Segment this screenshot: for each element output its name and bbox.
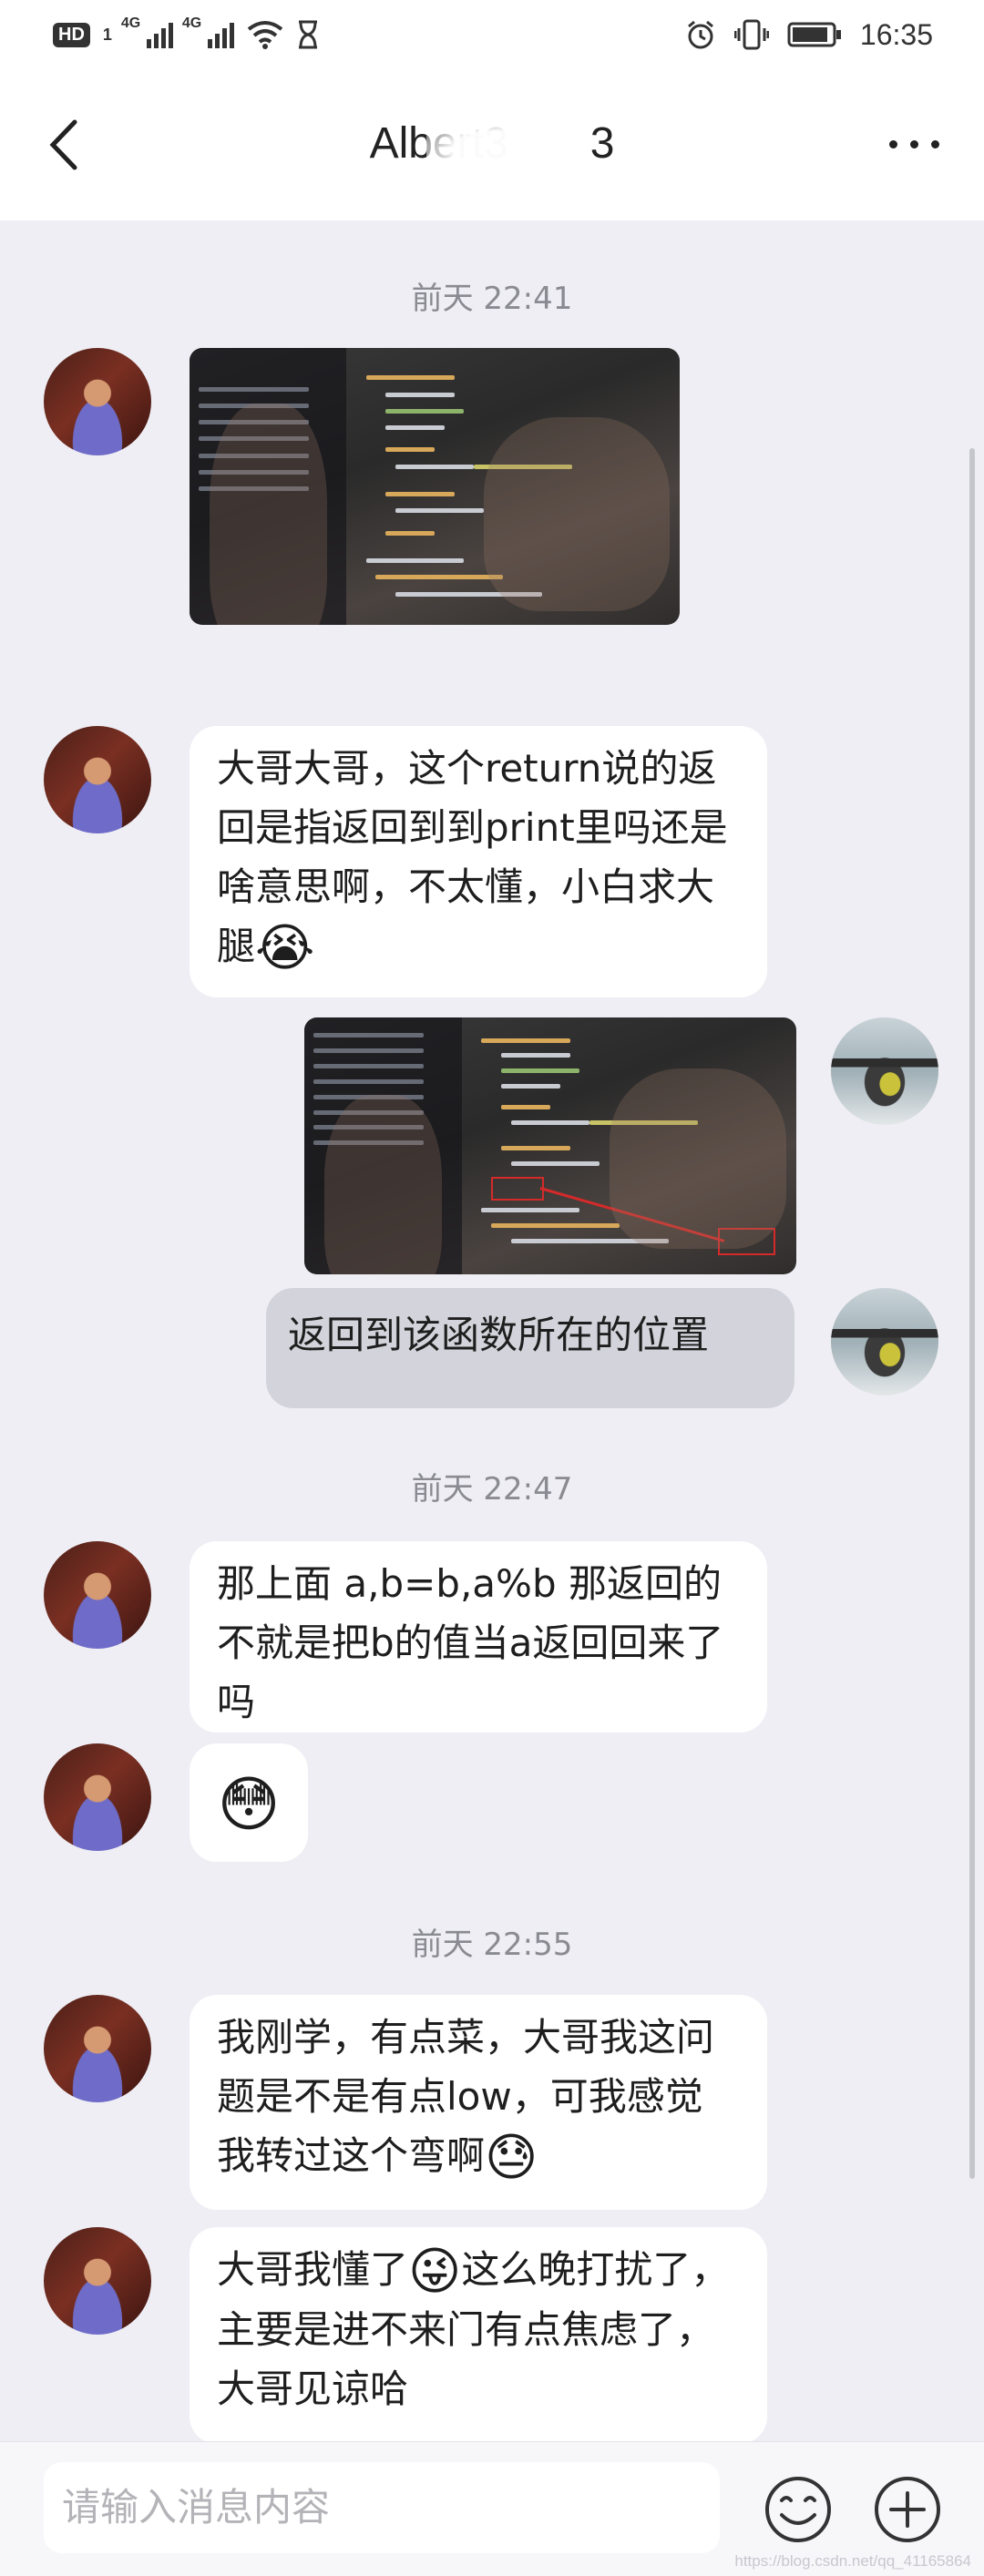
- more-button[interactable]: [889, 133, 948, 155]
- friend-avatar[interactable]: [44, 348, 151, 455]
- status-bar: HD 1 4G 4G 16:35: [0, 0, 984, 69]
- friend-avatar[interactable]: [44, 2227, 151, 2335]
- emoji-button-icon[interactable]: [760, 2471, 836, 2548]
- my-avatar[interactable]: [831, 1017, 938, 1125]
- hd-sub: 1: [102, 25, 112, 44]
- winking-tongue-face-icon: 😜: [408, 2242, 462, 2302]
- input-bar: 请输入消息内容 https://blog.csdn.net/qq_4116586…: [0, 2441, 984, 2576]
- contact-name-tail: 3: [589, 119, 615, 168]
- hourglass-icon: [298, 20, 317, 49]
- message-input[interactable]: 请输入消息内容: [44, 2462, 720, 2553]
- my-avatar[interactable]: [831, 1288, 938, 1395]
- chat-header: Albert33: [0, 69, 984, 220]
- friend-avatar[interactable]: [44, 726, 151, 833]
- wifi-icon: [247, 21, 283, 49]
- message-bubble[interactable]: 大哥我懂了😜这么晚打扰了，主要是进不来门有点焦虑了，大哥见谅哈: [190, 2227, 767, 2444]
- sweat-face-icon: 😓: [485, 2128, 538, 2188]
- message-bubble[interactable]: 我刚学，有点菜，大哥我这问题是不是有点low，可我感觉我转过这个弯啊😓: [190, 1995, 767, 2210]
- friend-avatar[interactable]: [44, 1541, 151, 1649]
- friend-avatar[interactable]: [44, 1743, 151, 1851]
- timestamp: 前天 22:41: [411, 281, 573, 317]
- battery-icon: [787, 22, 841, 47]
- vibrate-icon: [733, 19, 769, 50]
- code-screenshot-image[interactable]: [304, 1017, 796, 1274]
- network-type-2: 4G: [181, 15, 202, 31]
- signal-icon-2: 4G: [182, 15, 234, 48]
- crying-emoji-icon: 😭: [255, 918, 315, 978]
- friend-avatar[interactable]: [44, 1995, 151, 2102]
- hd-badge: HD: [53, 22, 90, 47]
- message-bubble[interactable]: 那上面 a,b=b,a%b 那返回的不就是把b的值当a返回回来了吗: [190, 1541, 767, 1733]
- name-redaction: [426, 120, 572, 179]
- flushed-face-icon: 😳: [217, 1769, 281, 1840]
- emoji-message-bubble[interactable]: 😳: [190, 1743, 308, 1862]
- clock: 16:35: [859, 17, 933, 51]
- message-bubble[interactable]: 大哥大哥，这个return说的返回是指返回到到print里吗还是啥意思啊，不太懂…: [190, 726, 767, 997]
- message-text: 返回到该函数所在的位置: [288, 1313, 710, 1357]
- network-type: 4G: [120, 15, 141, 31]
- watermark: https://blog.csdn.net/qq_41165864: [734, 2552, 971, 2570]
- message-text: 大哥我懂了: [217, 2247, 409, 2292]
- message-bubble[interactable]: 返回到该函数所在的位置: [266, 1288, 794, 1408]
- message-text: 那上面 a,b=b,a%b 那返回的不就是把b的值当a返回回来了吗: [217, 1561, 724, 1724]
- alarm-icon: [687, 20, 713, 49]
- timestamp: 前天 22:47: [411, 1471, 573, 1508]
- message-list[interactable]: 前天 22:41 大哥大哥，这个return说的返回是指返回到到print里吗还…: [0, 220, 984, 2444]
- code-screenshot-image[interactable]: [190, 348, 680, 625]
- signal-icon: 4G: [121, 15, 173, 48]
- message-text: 我刚学，有点菜，大哥我这问题是不是有点low，可我感觉我转过这个弯啊: [217, 2015, 715, 2178]
- timestamp: 前天 22:55: [411, 1927, 573, 1963]
- add-button-icon[interactable]: [869, 2471, 946, 2548]
